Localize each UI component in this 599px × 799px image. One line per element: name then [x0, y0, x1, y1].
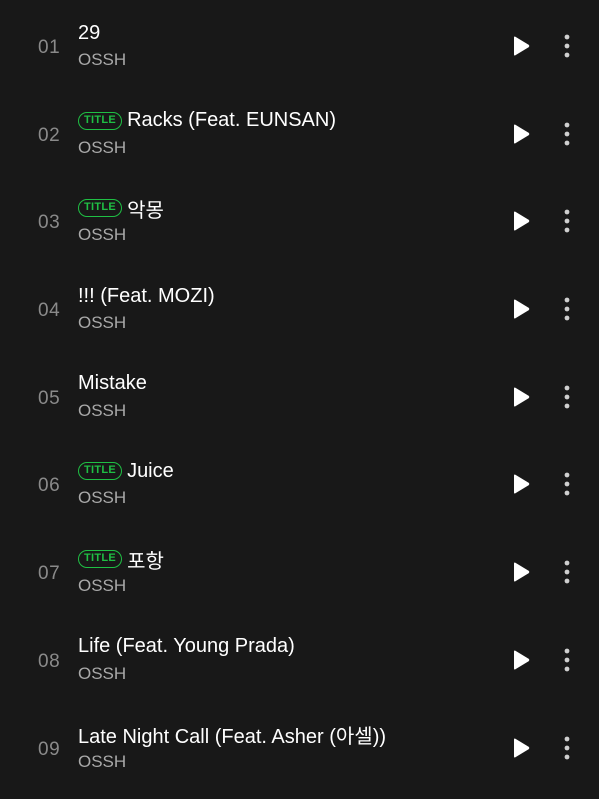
track-number: 01 [38, 37, 61, 58]
more-options-button[interactable] [558, 559, 576, 585]
track-info[interactable]: !!! (Feat. MOZI) OSSH [78, 283, 478, 333]
track-artist[interactable]: OSSH [78, 313, 478, 333]
title-badge: TITLE [78, 111, 123, 130]
play-icon [514, 650, 530, 670]
track-list: 01 29 OSSH 02 TITLE Racks (Feat. EUNSAN)… [0, 0, 599, 799]
title-badge: TITLE [78, 462, 123, 481]
more-options-button[interactable] [558, 296, 576, 322]
track-info[interactable]: Life (Feat. Young Prada) OSSH [78, 634, 478, 684]
play-button[interactable] [510, 209, 532, 233]
track-artist[interactable]: OSSH [78, 664, 478, 684]
title-line: TITLE Racks (Feat. EUNSAN) [78, 108, 478, 134]
track-artist[interactable]: OSSH [78, 138, 478, 158]
track-title: 악몽 [127, 199, 164, 222]
track-title: Mistake [78, 372, 147, 395]
title-line: TITLE 악몽 [78, 195, 478, 222]
track-artist[interactable]: OSSH [78, 576, 478, 596]
track-row[interactable]: 06 TITLE Juice OSSH [0, 438, 599, 526]
more-options-button[interactable] [558, 33, 576, 59]
play-button[interactable] [510, 385, 532, 409]
track-title: Juice [127, 459, 174, 482]
play-icon [514, 474, 530, 494]
track-row[interactable]: 05 Mistake OSSH [0, 351, 599, 439]
track-title: Life (Feat. Young Prada) [78, 635, 295, 658]
track-number: 03 [38, 212, 61, 234]
track-number: 05 [38, 387, 61, 409]
track-title: 29 [78, 21, 101, 44]
play-icon [514, 738, 530, 757]
title-line: Mistake [78, 371, 478, 397]
track-info[interactable]: TITLE Racks (Feat. EUNSAN) OSSH [78, 108, 478, 158]
title-line: TITLE Juice [78, 458, 478, 484]
more-vertical-icon [564, 297, 570, 321]
track-number: 07 [38, 563, 61, 585]
track-title: Late Night Call (Feat. Asher (아셀)) [78, 726, 387, 748]
more-vertical-icon [564, 122, 570, 146]
track-number: 04 [38, 300, 61, 322]
more-options-button[interactable] [558, 471, 576, 497]
track-info[interactable]: TITLE 악몽 OSSH [78, 195, 478, 245]
track-artist[interactable]: OSSH [78, 752, 478, 772]
track-row[interactable]: 01 29 OSSH [0, 0, 599, 88]
track-artist[interactable]: OSSH [78, 401, 478, 421]
more-vertical-icon [564, 473, 570, 496]
play-button[interactable] [510, 560, 532, 584]
more-options-button[interactable] [558, 735, 576, 761]
more-options-button[interactable] [558, 647, 576, 673]
play-button[interactable] [510, 472, 532, 496]
title-line: TITLE 포항 [78, 546, 478, 573]
play-button[interactable] [510, 648, 532, 672]
track-row[interactable]: 09 Late Night Call (Feat. Asher (아셀)) OS… [0, 702, 599, 790]
play-button[interactable] [510, 736, 532, 760]
track-info[interactable]: Late Night Call (Feat. Asher (아셀)) OSSH [78, 722, 478, 772]
track-title: !!! (Feat. MOZI) [78, 284, 215, 307]
track-row[interactable]: 04 !!! (Feat. MOZI) OSSH [0, 263, 599, 351]
more-vertical-icon [564, 385, 570, 409]
track-number: 02 [38, 124, 61, 146]
more-options-button[interactable] [558, 121, 576, 147]
play-icon [514, 36, 530, 56]
title-badge: TITLE [78, 199, 123, 218]
more-vertical-icon [564, 648, 570, 672]
track-info[interactable]: TITLE Juice OSSH [78, 458, 478, 508]
play-icon [514, 211, 530, 231]
track-info[interactable]: 29 OSSH [78, 20, 478, 70]
more-options-button[interactable] [558, 208, 576, 234]
more-vertical-icon [564, 736, 570, 759]
track-number: 09 [38, 738, 61, 760]
track-artist[interactable]: OSSH [78, 50, 478, 70]
play-button[interactable] [510, 34, 532, 58]
title-line: 29 [78, 20, 478, 46]
track-artist[interactable]: OSSH [78, 225, 478, 245]
track-row[interactable]: 02 TITLE Racks (Feat. EUNSAN) OSSH [0, 88, 599, 176]
title-line: Late Night Call (Feat. Asher (아셀)) [78, 722, 478, 748]
title-line: !!! (Feat. MOZI) [78, 283, 478, 309]
track-artist[interactable]: OSSH [78, 488, 478, 508]
track-title: Racks (Feat. EUNSAN) [127, 109, 336, 132]
track-row[interactable]: 08 Life (Feat. Young Prada) OSSH [0, 614, 599, 702]
more-options-button[interactable] [558, 384, 576, 410]
track-row[interactable]: 07 TITLE 포항 OSSH [0, 526, 599, 614]
more-vertical-icon [564, 560, 570, 584]
track-title: 포항 [127, 550, 164, 573]
play-icon [514, 387, 530, 407]
track-info[interactable]: Mistake OSSH [78, 371, 478, 421]
play-icon [514, 562, 530, 582]
play-icon [514, 299, 530, 319]
more-vertical-icon [564, 209, 570, 233]
play-button[interactable] [510, 297, 532, 321]
title-line: Life (Feat. Young Prada) [78, 634, 478, 660]
track-number: 08 [38, 650, 61, 672]
title-badge: TITLE [78, 550, 123, 569]
track-row[interactable]: 03 TITLE 악몽 OSSH [0, 175, 599, 263]
track-info[interactable]: TITLE 포항 OSSH [78, 546, 478, 596]
play-button[interactable] [510, 122, 532, 146]
track-number: 06 [38, 475, 61, 497]
more-vertical-icon [564, 34, 570, 58]
play-icon [514, 124, 530, 144]
